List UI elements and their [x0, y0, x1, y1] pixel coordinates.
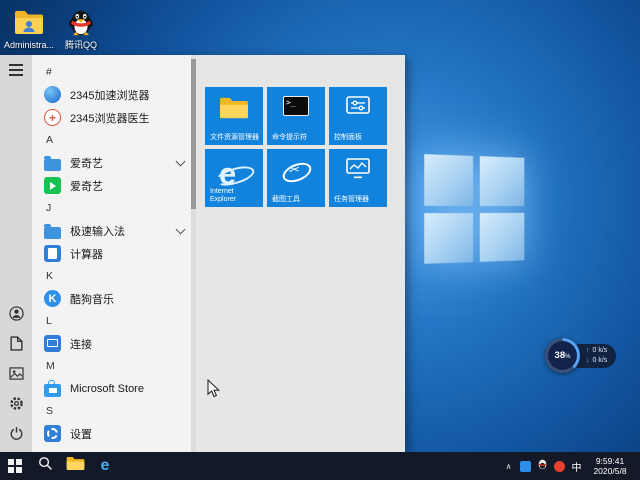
network-speed-widget[interactable]: 38% ↑ 0 k/s ↓ 0 k/s: [545, 338, 617, 373]
tile-command-prompt[interactable]: 命令提示符: [267, 87, 325, 145]
tile-task-manager[interactable]: 任务管理器: [329, 149, 387, 207]
scrollbar-thumb[interactable]: [191, 59, 196, 209]
download-speed: ↓ 0 k/s: [586, 356, 608, 364]
app-list-header-j[interactable]: J: [32, 197, 196, 219]
user-account-button[interactable]: [0, 300, 32, 330]
red-app-tray-icon: [554, 460, 565, 472]
app-item-calculator[interactable]: 计算器: [32, 242, 196, 265]
app-list-header-l[interactable]: L: [32, 310, 196, 332]
app-list-scrollbar[interactable]: [191, 55, 196, 452]
desktop-icon-qq[interactable]: 腾讯QQ: [55, 6, 107, 50]
settings-gear-icon: [9, 396, 24, 414]
settings-button[interactable]: [0, 390, 32, 420]
qq-penguin-icon: [537, 457, 548, 475]
microsoft-store-icon: [44, 379, 61, 397]
2345-browser-icon: [44, 86, 61, 103]
app-list-header-a[interactable]: A: [32, 129, 196, 151]
taskbar: e ∧ 中 9:59:41 2020/5/8: [0, 452, 640, 480]
rail-bottom-group: [0, 300, 32, 450]
chevron-down-icon: [175, 224, 186, 234]
windows-logo-wallpaper: [424, 154, 525, 264]
speed-ball[interactable]: 38%: [545, 338, 580, 373]
screen: Administra... 腾讯QQ # 2345加速浏览器 + 2345浏览器…: [0, 0, 640, 480]
memory-percent: 38%: [548, 341, 577, 370]
app-folder-icon: [44, 155, 61, 171]
tile-snipping-tool[interactable]: ✂ 截图工具: [267, 149, 325, 207]
taskbar-browser-button[interactable]: e: [90, 452, 120, 480]
tile-file-explorer[interactable]: 文件资源管理器: [205, 87, 263, 145]
hidden-icons-button[interactable]: ∧: [500, 452, 517, 480]
iqiyi-icon: [44, 177, 61, 194]
browser-e-icon: e: [100, 457, 110, 474]
clock-date: 2020/5/8: [593, 466, 627, 476]
search-icon: [38, 456, 53, 476]
app-item-kugou-music[interactable]: 酷狗音乐: [32, 287, 196, 310]
app-item-microsoft-store[interactable]: Microsoft Store: [32, 377, 196, 400]
system-tray: ∧ 中 9:59:41 2020/5/8: [500, 452, 640, 480]
file-explorer-folder-icon: [205, 96, 263, 120]
speed-readout: ↑ 0 k/s ↓ 0 k/s: [575, 343, 617, 368]
tile-internet-explorer[interactable]: e Internet Explorer: [205, 149, 263, 207]
app-item-iqiyi[interactable]: 爱奇艺: [32, 174, 196, 197]
tray-qq[interactable]: [534, 452, 551, 480]
app-item-2345-doctor[interactable]: 2345浏览器医生: [32, 106, 196, 129]
upload-speed: ↑ 0 k/s: [586, 346, 608, 354]
desktop-icon-label: 腾讯QQ: [64, 40, 97, 50]
app-item-settings[interactable]: 设置: [32, 422, 196, 445]
browser-doctor-icon: [44, 109, 61, 126]
windows-logo-icon: [8, 459, 22, 473]
app-list-header-s[interactable]: S: [32, 400, 196, 422]
search-button[interactable]: [30, 452, 60, 480]
chevron-up-icon: ∧: [505, 461, 512, 471]
ime-indicator[interactable]: 中: [568, 452, 585, 480]
app-list-header-hash[interactable]: #: [32, 61, 196, 83]
user-folder-icon: [13, 6, 45, 38]
tile-control-panel[interactable]: 控制面板: [329, 87, 387, 145]
app-item-connect[interactable]: 连接: [32, 332, 196, 355]
app-group-jisu-ime[interactable]: 极速输入法: [32, 219, 196, 242]
app-list-header-m[interactable]: M: [32, 355, 196, 377]
app-folder-icon: [44, 223, 61, 239]
settings-gear-icon: [44, 425, 61, 442]
taskbar-file-explorer-button[interactable]: [60, 452, 90, 480]
internet-explorer-icon: e: [205, 158, 263, 192]
qq-penguin-icon: [65, 6, 97, 38]
documents-button[interactable]: [0, 330, 32, 360]
taskbar-clock[interactable]: 9:59:41 2020/5/8: [585, 456, 635, 476]
blue-app-tray-icon: [520, 460, 531, 472]
start-button[interactable]: [0, 452, 30, 480]
start-tiles-panel: 文件资源管理器 命令提示符 控制面板: [196, 55, 405, 452]
start-menu-rail: [0, 55, 32, 452]
tray-security-app[interactable]: [551, 452, 568, 480]
pictures-icon: [8, 367, 24, 383]
tray-2345-app[interactable]: [517, 452, 534, 480]
power-button[interactable]: [0, 420, 32, 450]
up-arrow-icon: ↑: [586, 346, 590, 354]
control-panel-icon: [329, 96, 387, 114]
start-app-list: # 2345加速浏览器 2345浏览器医生 A 爱奇艺 爱奇艺 J: [32, 55, 196, 452]
file-explorer-folder-icon: [66, 456, 85, 476]
task-manager-icon: [329, 158, 387, 179]
documents-icon: [9, 336, 23, 354]
snipping-tool-icon: ✂: [267, 158, 325, 187]
command-prompt-icon: [267, 96, 325, 116]
app-item-2345-browser[interactable]: 2345加速浏览器: [32, 83, 196, 106]
start-menu: # 2345加速浏览器 2345浏览器医生 A 爱奇艺 爱奇艺 J: [0, 55, 405, 452]
pictures-button[interactable]: [0, 360, 32, 390]
app-group-iqiyi[interactable]: 爱奇艺: [32, 151, 196, 174]
expand-menu-button[interactable]: [0, 55, 32, 85]
clock-time: 9:59:41: [595, 456, 625, 466]
chevron-down-icon: [175, 156, 186, 166]
calculator-icon: [44, 245, 61, 262]
kugou-music-icon: [44, 290, 61, 307]
desktop-icon-label: Administra...: [3, 40, 54, 50]
down-arrow-icon: ↓: [586, 356, 590, 364]
power-icon: [9, 426, 24, 444]
desktop-icon-administrator[interactable]: Administra...: [3, 6, 55, 50]
app-list-header-k[interactable]: K: [32, 265, 196, 287]
hamburger-menu-icon: [9, 64, 23, 76]
user-avatar-icon: [8, 306, 24, 324]
connect-icon: [44, 335, 61, 352]
